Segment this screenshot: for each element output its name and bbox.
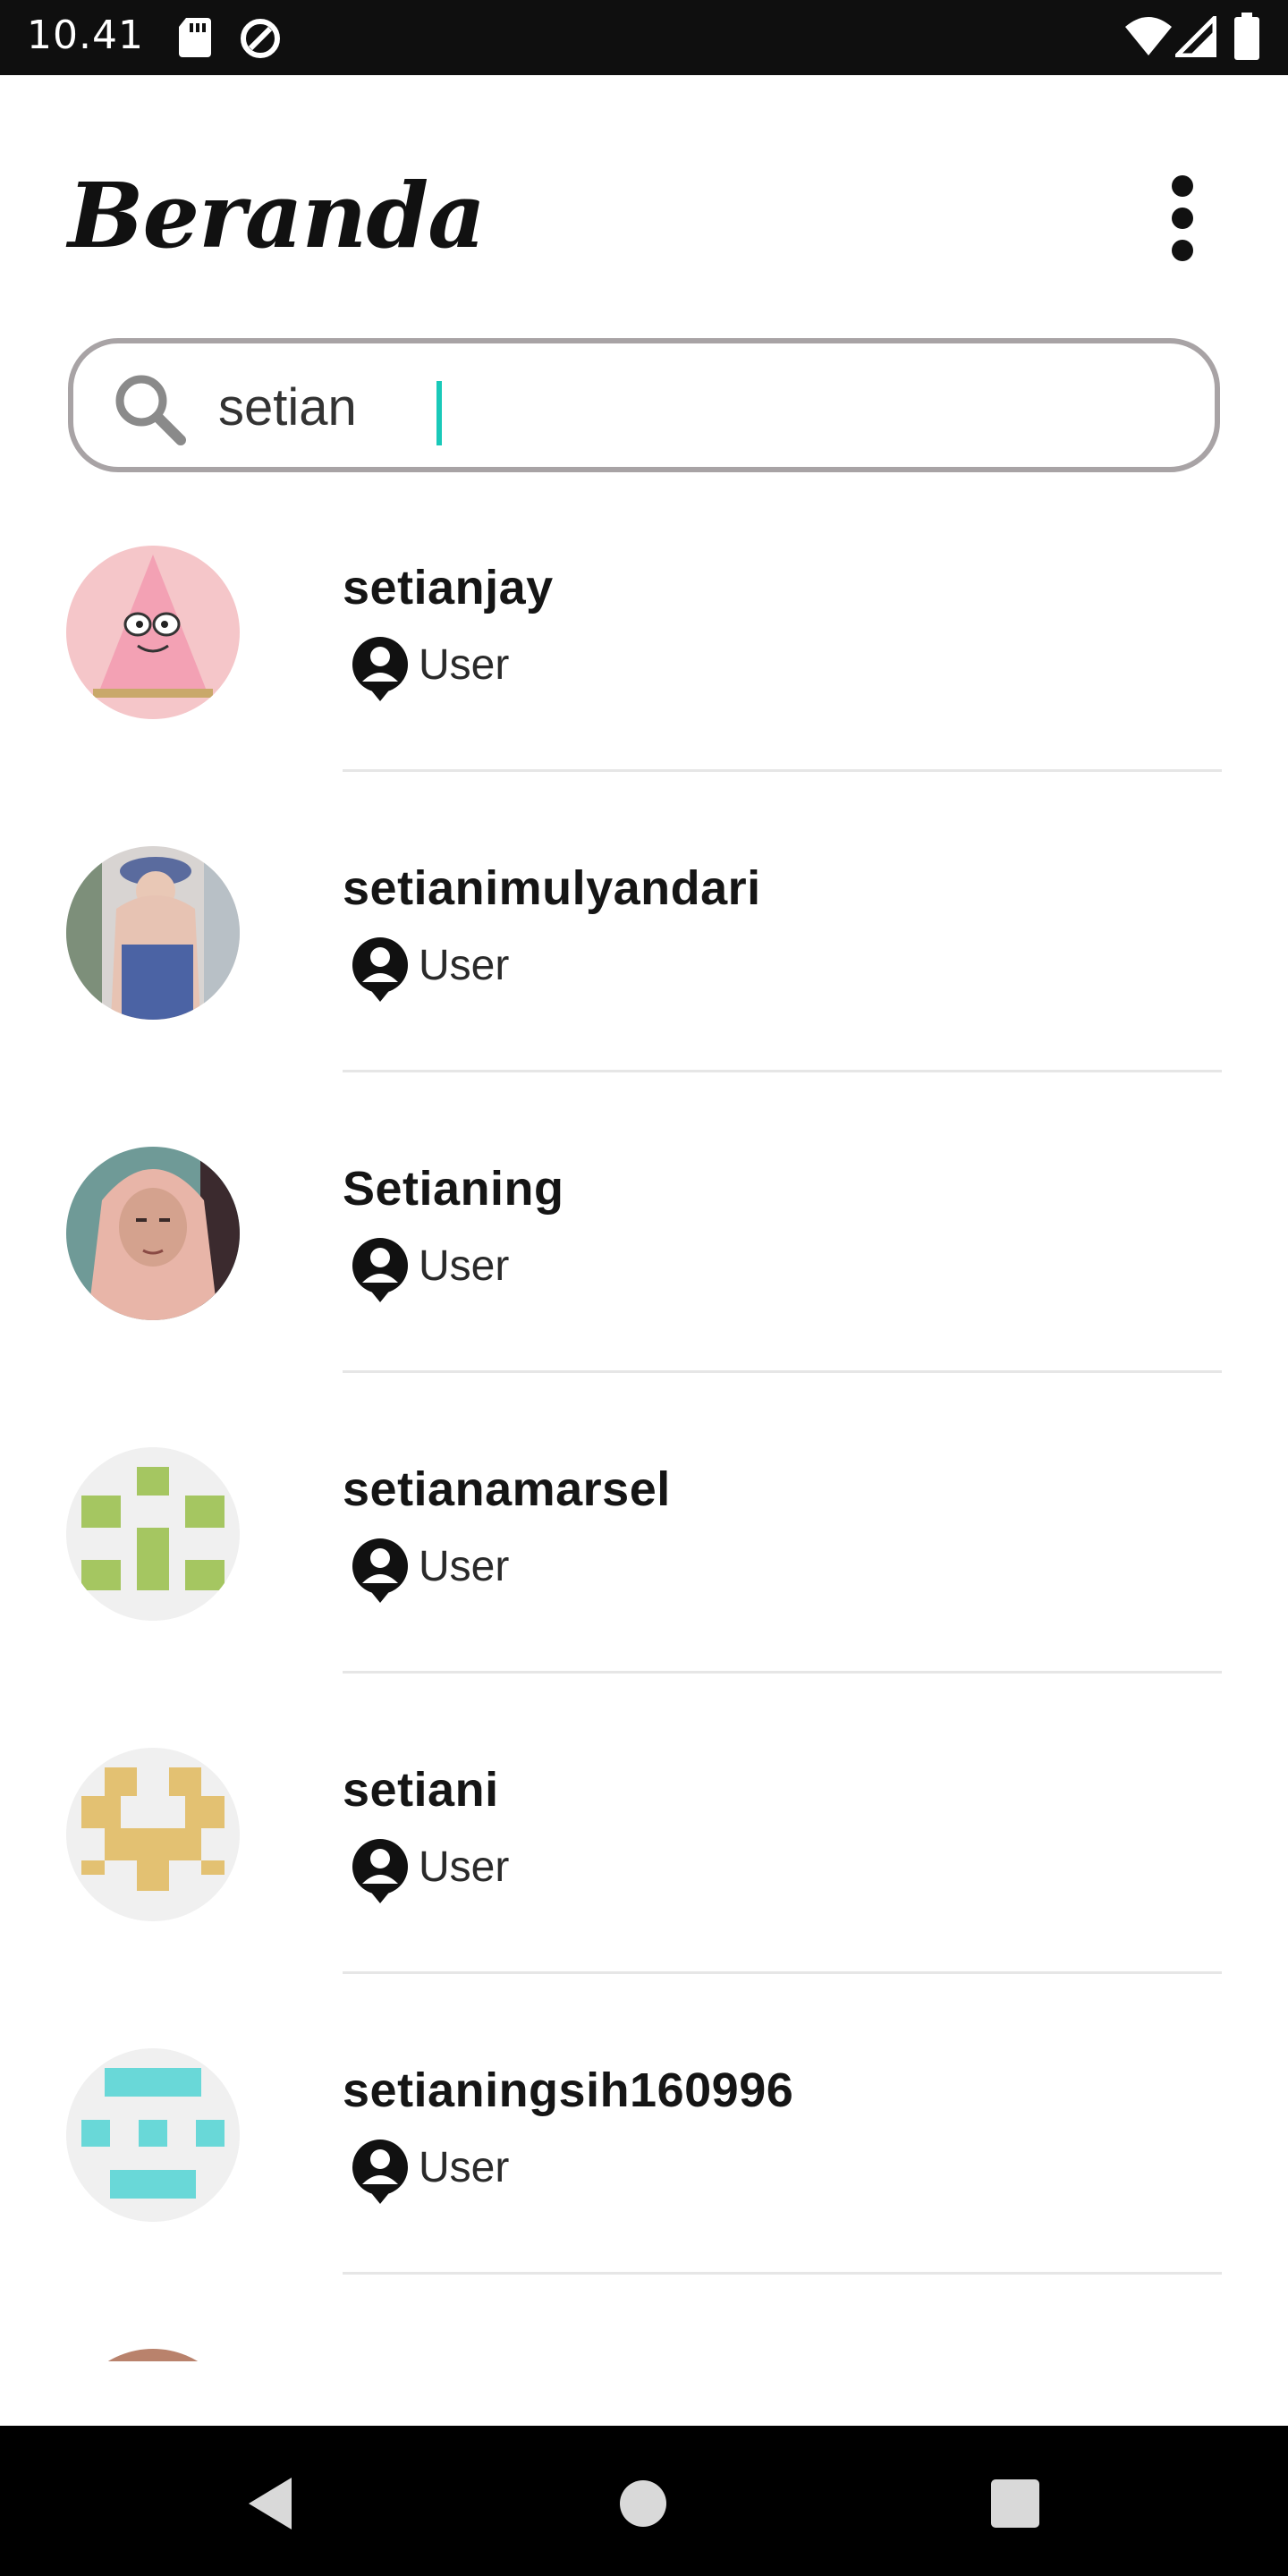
role-label: User — [419, 2144, 510, 2191]
role-label: User — [419, 1543, 510, 1590]
more-options-button[interactable] — [1154, 168, 1211, 268]
username: setianjay — [343, 561, 554, 614]
role-label: User — [419, 942, 510, 989]
list-item[interactable]: setianimulyandari User — [0, 801, 1288, 1102]
avatar — [66, 2048, 240, 2222]
avatar-image — [66, 1447, 240, 1621]
divider — [343, 2272, 1222, 2275]
user-icon — [352, 637, 408, 701]
sd-card-icon — [179, 18, 211, 57]
menu-dot — [1172, 240, 1193, 261]
divider — [343, 1671, 1222, 1674]
home-icon[interactable] — [612, 2472, 674, 2535]
search-bar[interactable] — [68, 338, 1220, 472]
status-time: 10.41 — [27, 13, 144, 58]
status-bar: 10.41 — [0, 0, 1288, 75]
list-item[interactable]: setiani User — [0, 1703, 1288, 2004]
avatar — [66, 846, 240, 1020]
search-input[interactable] — [218, 376, 1166, 438]
role-label: User — [419, 1843, 510, 1891]
avatar — [66, 1447, 240, 1621]
list-item[interactable]: Setianing User — [0, 1102, 1288, 1402]
page-title: Beranda — [68, 163, 486, 268]
username: Setianing — [343, 1162, 564, 1216]
username: setianingsih160996 — [343, 2063, 794, 2117]
avatar-image — [66, 1147, 240, 1320]
user-icon — [352, 2140, 408, 2204]
avatar — [66, 1147, 240, 1320]
battery-icon — [1234, 13, 1259, 60]
list-item[interactable] — [0, 2304, 1288, 2361]
user-icon — [352, 937, 408, 1002]
menu-dot — [1172, 208, 1193, 229]
divider — [343, 769, 1222, 772]
cell-signal-icon — [1175, 16, 1216, 57]
role-label: User — [419, 1242, 510, 1290]
avatar — [66, 1748, 240, 1921]
text-caret — [436, 381, 442, 445]
navigation-bar — [0, 2426, 1288, 2576]
username: setianimulyandari — [343, 861, 761, 915]
app-header: Beranda — [0, 75, 1288, 326]
avatar-image — [66, 1748, 240, 1921]
avatar — [66, 546, 240, 719]
user-icon — [352, 1238, 408, 1302]
divider — [343, 1370, 1222, 1373]
username: setianamarsel — [343, 1462, 671, 1516]
user-icon — [352, 1538, 408, 1603]
user-list[interactable]: setianjay User setianimulyandari User Se… — [0, 501, 1288, 2361]
divider — [343, 1070, 1222, 1072]
search-icon — [115, 375, 186, 445]
avatar-image — [66, 846, 240, 1020]
recents-icon[interactable] — [984, 2472, 1046, 2535]
role-label: User — [419, 641, 510, 689]
more-vertical-icon — [1172, 175, 1193, 197]
user-icon — [352, 1839, 408, 1903]
avatar-image — [66, 2048, 240, 2222]
wifi-icon — [1125, 17, 1172, 55]
back-icon[interactable] — [242, 2472, 304, 2535]
list-item[interactable]: setianingsih160996 User — [0, 2004, 1288, 2304]
avatar-image — [66, 546, 240, 719]
list-item[interactable]: setianjay User — [0, 501, 1288, 801]
username: setiani — [343, 1763, 499, 1817]
avatar — [66, 2349, 240, 2361]
list-item[interactable]: setianamarsel User — [0, 1402, 1288, 1703]
data-saver-icon — [241, 19, 280, 58]
divider — [343, 1971, 1222, 1974]
